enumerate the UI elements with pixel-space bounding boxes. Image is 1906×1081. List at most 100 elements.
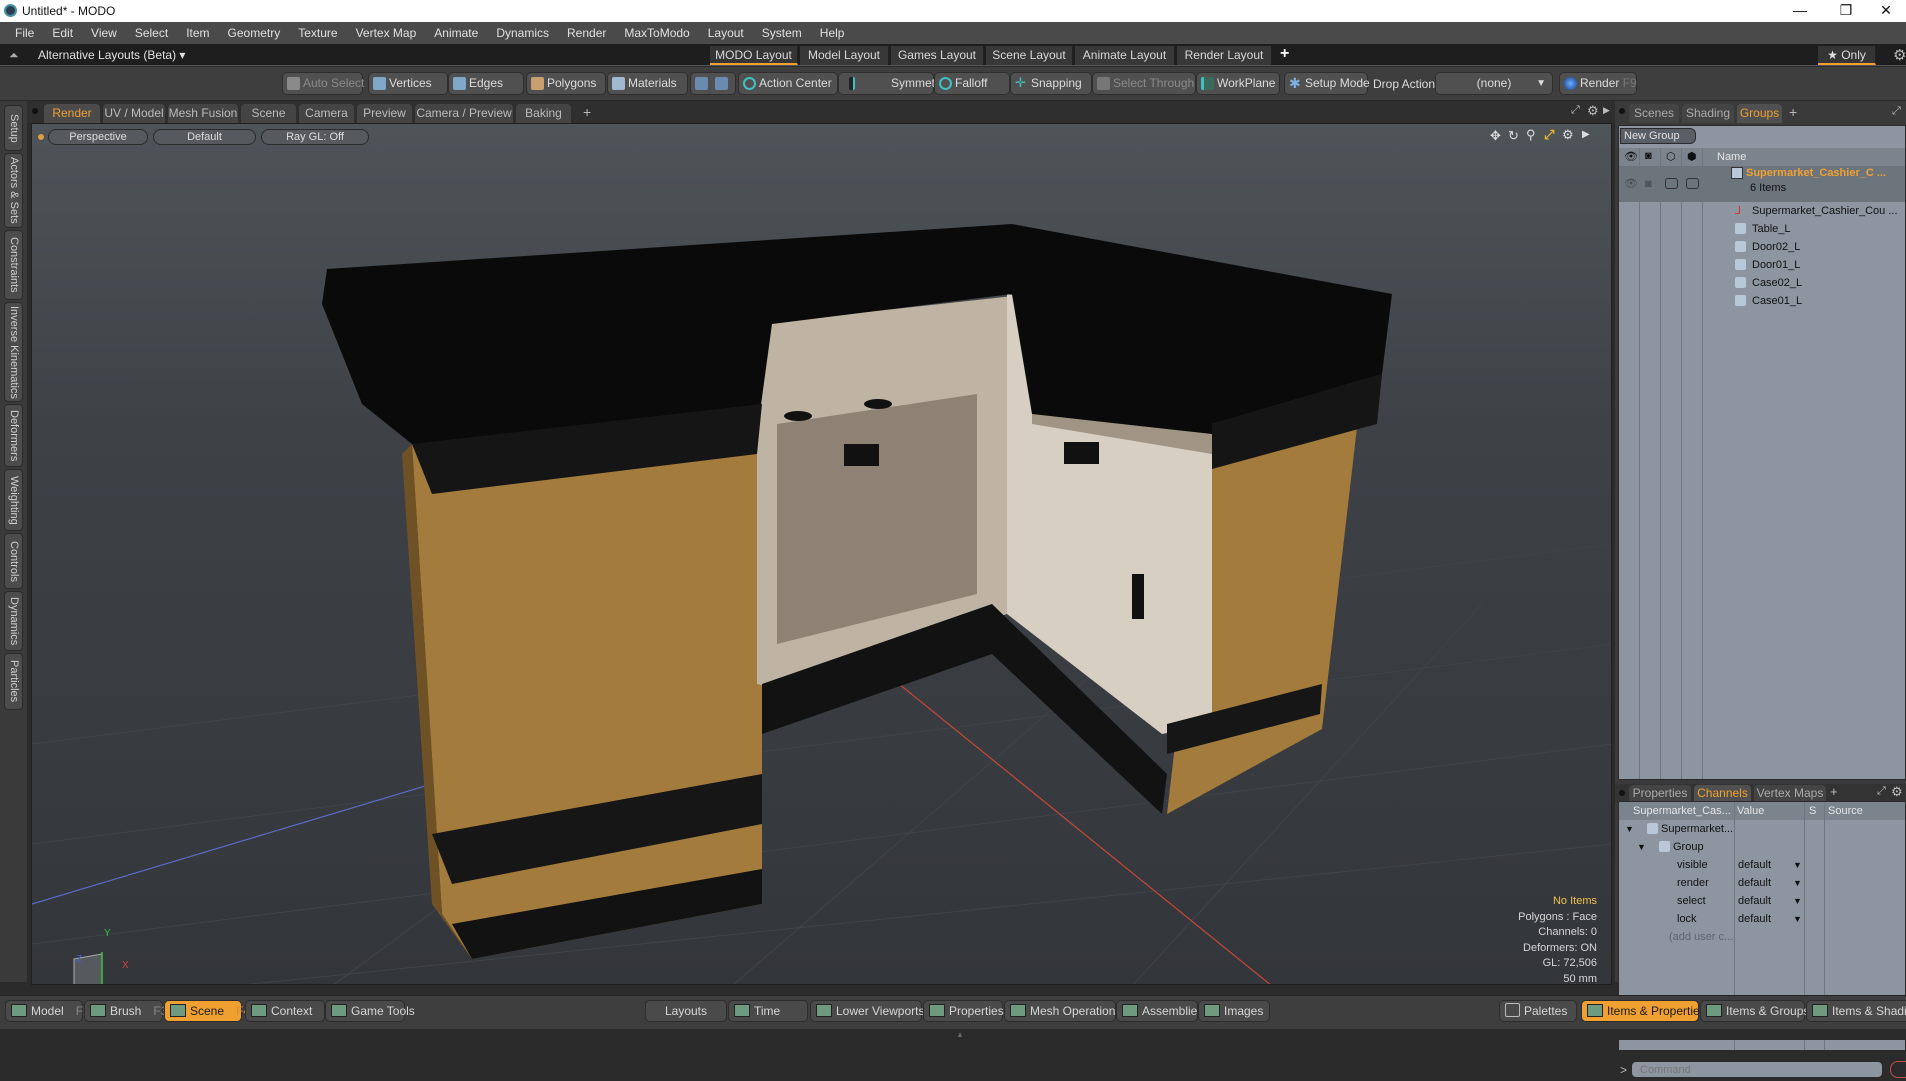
channels-gear-icon[interactable]: ⚙ [1891, 784, 1903, 800]
panel-menu-icon[interactable] [32, 108, 38, 114]
auto-select-button[interactable]: Auto Select [282, 72, 364, 95]
menu-vertex-map[interactable]: Vertex Map [347, 26, 426, 40]
group-visibility-icon[interactable]: 👁 [1624, 175, 1638, 193]
tab-games-layout[interactable]: Games Layout [891, 46, 984, 65]
vtab-constraints[interactable]: Constraints [4, 230, 23, 300]
workplane-button[interactable]: WorkPlane [1196, 72, 1280, 95]
list-item[interactable]: Case02_L [1619, 274, 1905, 292]
viewport-gear-icon[interactable]: ⚙ [1587, 103, 1599, 119]
tab-mesh-fusion[interactable]: Mesh Fusion [168, 104, 238, 123]
list-item[interactable]: Door02_L [1619, 238, 1905, 256]
maximize-icon[interactable]: ⤢ [1877, 785, 1886, 798]
channel-row[interactable]: select default ▼ [1619, 892, 1905, 910]
polygons-button[interactable]: Polygons [526, 72, 606, 95]
tab-render-layout[interactable]: Render Layout [1177, 46, 1272, 65]
list-item[interactable]: Table_L [1619, 220, 1905, 238]
menu-file[interactable]: File [6, 26, 43, 40]
tab-baking[interactable]: Baking [516, 104, 571, 123]
menu-animate[interactable]: Animate [425, 26, 487, 40]
menu-system[interactable]: System [753, 26, 811, 40]
falloff-button[interactable]: Falloff [934, 72, 1010, 95]
menu-render[interactable]: Render [558, 26, 615, 40]
vtab-controls[interactable]: Controls [4, 533, 23, 589]
tab-groups[interactable]: Groups [1737, 104, 1782, 123]
channel-value-dropdown[interactable]: default [1738, 856, 1771, 874]
tab-shading[interactable]: Shading [1682, 104, 1734, 123]
action-center-button[interactable]: Action Center [738, 72, 838, 95]
setup-mode-button[interactable]: ✱ Setup Mode [1284, 72, 1370, 95]
menu-item[interactable]: Item [177, 26, 218, 40]
channel-row[interactable]: visible default ▼ [1619, 856, 1905, 874]
time-button[interactable]: Time [728, 1000, 808, 1022]
channel-row[interactable]: render default ▼ [1619, 874, 1905, 892]
channel-value-dropdown[interactable]: default [1738, 874, 1771, 892]
tab-scene-layout[interactable]: Scene Layout [986, 46, 1073, 65]
group-select-checkbox[interactable] [1686, 178, 1699, 189]
menu-edit[interactable]: Edit [43, 26, 82, 40]
list-item[interactable]: ⅃ Supermarket_Cashier_Cou ... [1619, 202, 1905, 220]
menu-view[interactable]: View [82, 26, 126, 40]
assemblies-button[interactable]: Assemblies [1116, 1000, 1203, 1022]
command-input[interactable] [1631, 1061, 1883, 1078]
chevron-down-icon[interactable]: ▼ [1793, 856, 1802, 874]
menu-geometry[interactable]: Geometry [219, 26, 290, 40]
select-through-button[interactable]: Select Through [1092, 72, 1196, 95]
channel-group-row[interactable]: ▼ Group [1619, 838, 1905, 856]
tab-uv-model[interactable]: UV / Model [103, 104, 165, 123]
add-user-channel[interactable]: (add user c... [1619, 928, 1905, 946]
lock-cube-icon[interactable]: ⬡ [1666, 150, 1676, 163]
add-channels-tab[interactable]: + [1830, 784, 1838, 799]
list-item[interactable]: Door01_L [1619, 256, 1905, 274]
chevron-down-icon[interactable]: ▼ [1793, 874, 1802, 892]
collapse-icon[interactable]: ⏶ [9, 48, 19, 63]
mesh-operations-button[interactable]: Mesh Operations [1004, 1000, 1121, 1022]
expand-handle-icon[interactable]: ▲ [956, 1030, 964, 1039]
menu-layout[interactable]: Layout [699, 26, 753, 40]
tab-scenes[interactable]: Scenes [1629, 104, 1679, 123]
group-lock-checkbox[interactable] [1665, 178, 1678, 189]
items-properties-button[interactable]: Items & Properties [1581, 1000, 1706, 1022]
brush-button[interactable]: Brush F3 [84, 1000, 167, 1022]
symmetry-button[interactable]: Symmetry [838, 72, 945, 95]
snapping-button[interactable]: ✛ Snapping [1010, 72, 1092, 95]
lower-viewports-button[interactable]: Lower Viewports [810, 1000, 925, 1022]
minimize-button[interactable]: — [1780, 2, 1820, 18]
channel-value-dropdown[interactable]: default [1738, 892, 1771, 910]
menu-texture[interactable]: Texture [289, 26, 346, 40]
channel-root-row[interactable]: ▼ Supermarket... [1619, 820, 1905, 838]
tab-camera-preview[interactable]: Camera / Preview [415, 104, 513, 123]
menu-help[interactable]: Help [811, 26, 854, 40]
select-cube-icon[interactable]: ⬢ [1687, 150, 1697, 163]
vtab-dynamics[interactable]: Dynamics [4, 591, 23, 651]
vtab-deformers[interactable]: Deformers [4, 404, 23, 467]
close-button[interactable]: ✕ [1866, 2, 1906, 19]
tab-animate-layout[interactable]: Animate Layout [1075, 46, 1175, 65]
layouts-button[interactable]: Layouts [645, 1000, 727, 1022]
properties-button[interactable]: Properties [923, 1000, 1004, 1022]
visibility-icon[interactable]: 👁 [1624, 150, 1638, 163]
menu-dynamics[interactable]: Dynamics [487, 26, 558, 40]
record-button[interactable] [1890, 1061, 1906, 1078]
3d-viewport[interactable]: Perspective Default Ray GL: Off ✥ ↻ ⚲ ⤢ … [31, 123, 1612, 985]
new-group-button[interactable]: New Group [1620, 128, 1696, 144]
expand-icon[interactable]: ▼ [1625, 820, 1634, 838]
vtab-inverse-kinematics[interactable]: Inverse Kinematics [4, 302, 23, 402]
menu-select[interactable]: Select [126, 26, 177, 40]
tab-properties[interactable]: Properties [1629, 785, 1691, 802]
gear-icon[interactable]: ⚙ [1893, 46, 1906, 64]
arrow-right-icon[interactable]: ▶ [1603, 105, 1610, 116]
tab-scene[interactable]: Scene [241, 104, 296, 123]
context-button[interactable]: Context [245, 1000, 325, 1022]
game-tools-button[interactable]: Game Tools [325, 1000, 415, 1022]
channel-value-dropdown[interactable]: default [1738, 910, 1771, 928]
vtab-weighting[interactable]: Weighting [4, 469, 23, 531]
only-button[interactable]: ★ Only [1818, 46, 1876, 65]
group-row[interactable]: 👁 ◙ Supermarket_Cashier_C ... 6 Items [1619, 166, 1905, 202]
panel-menu-icon[interactable] [1619, 108, 1625, 114]
tab-channels[interactable]: Channels [1694, 785, 1751, 802]
group-render-icon[interactable]: ◙ [1645, 175, 1652, 193]
add-viewport-tab[interactable]: + [583, 104, 591, 120]
vtab-actors-sets[interactable]: Actors & Sets [4, 153, 23, 228]
chevron-down-icon[interactable]: ▼ [1793, 910, 1802, 928]
tab-render-tri[interactable]: Render Tri [44, 104, 100, 139]
